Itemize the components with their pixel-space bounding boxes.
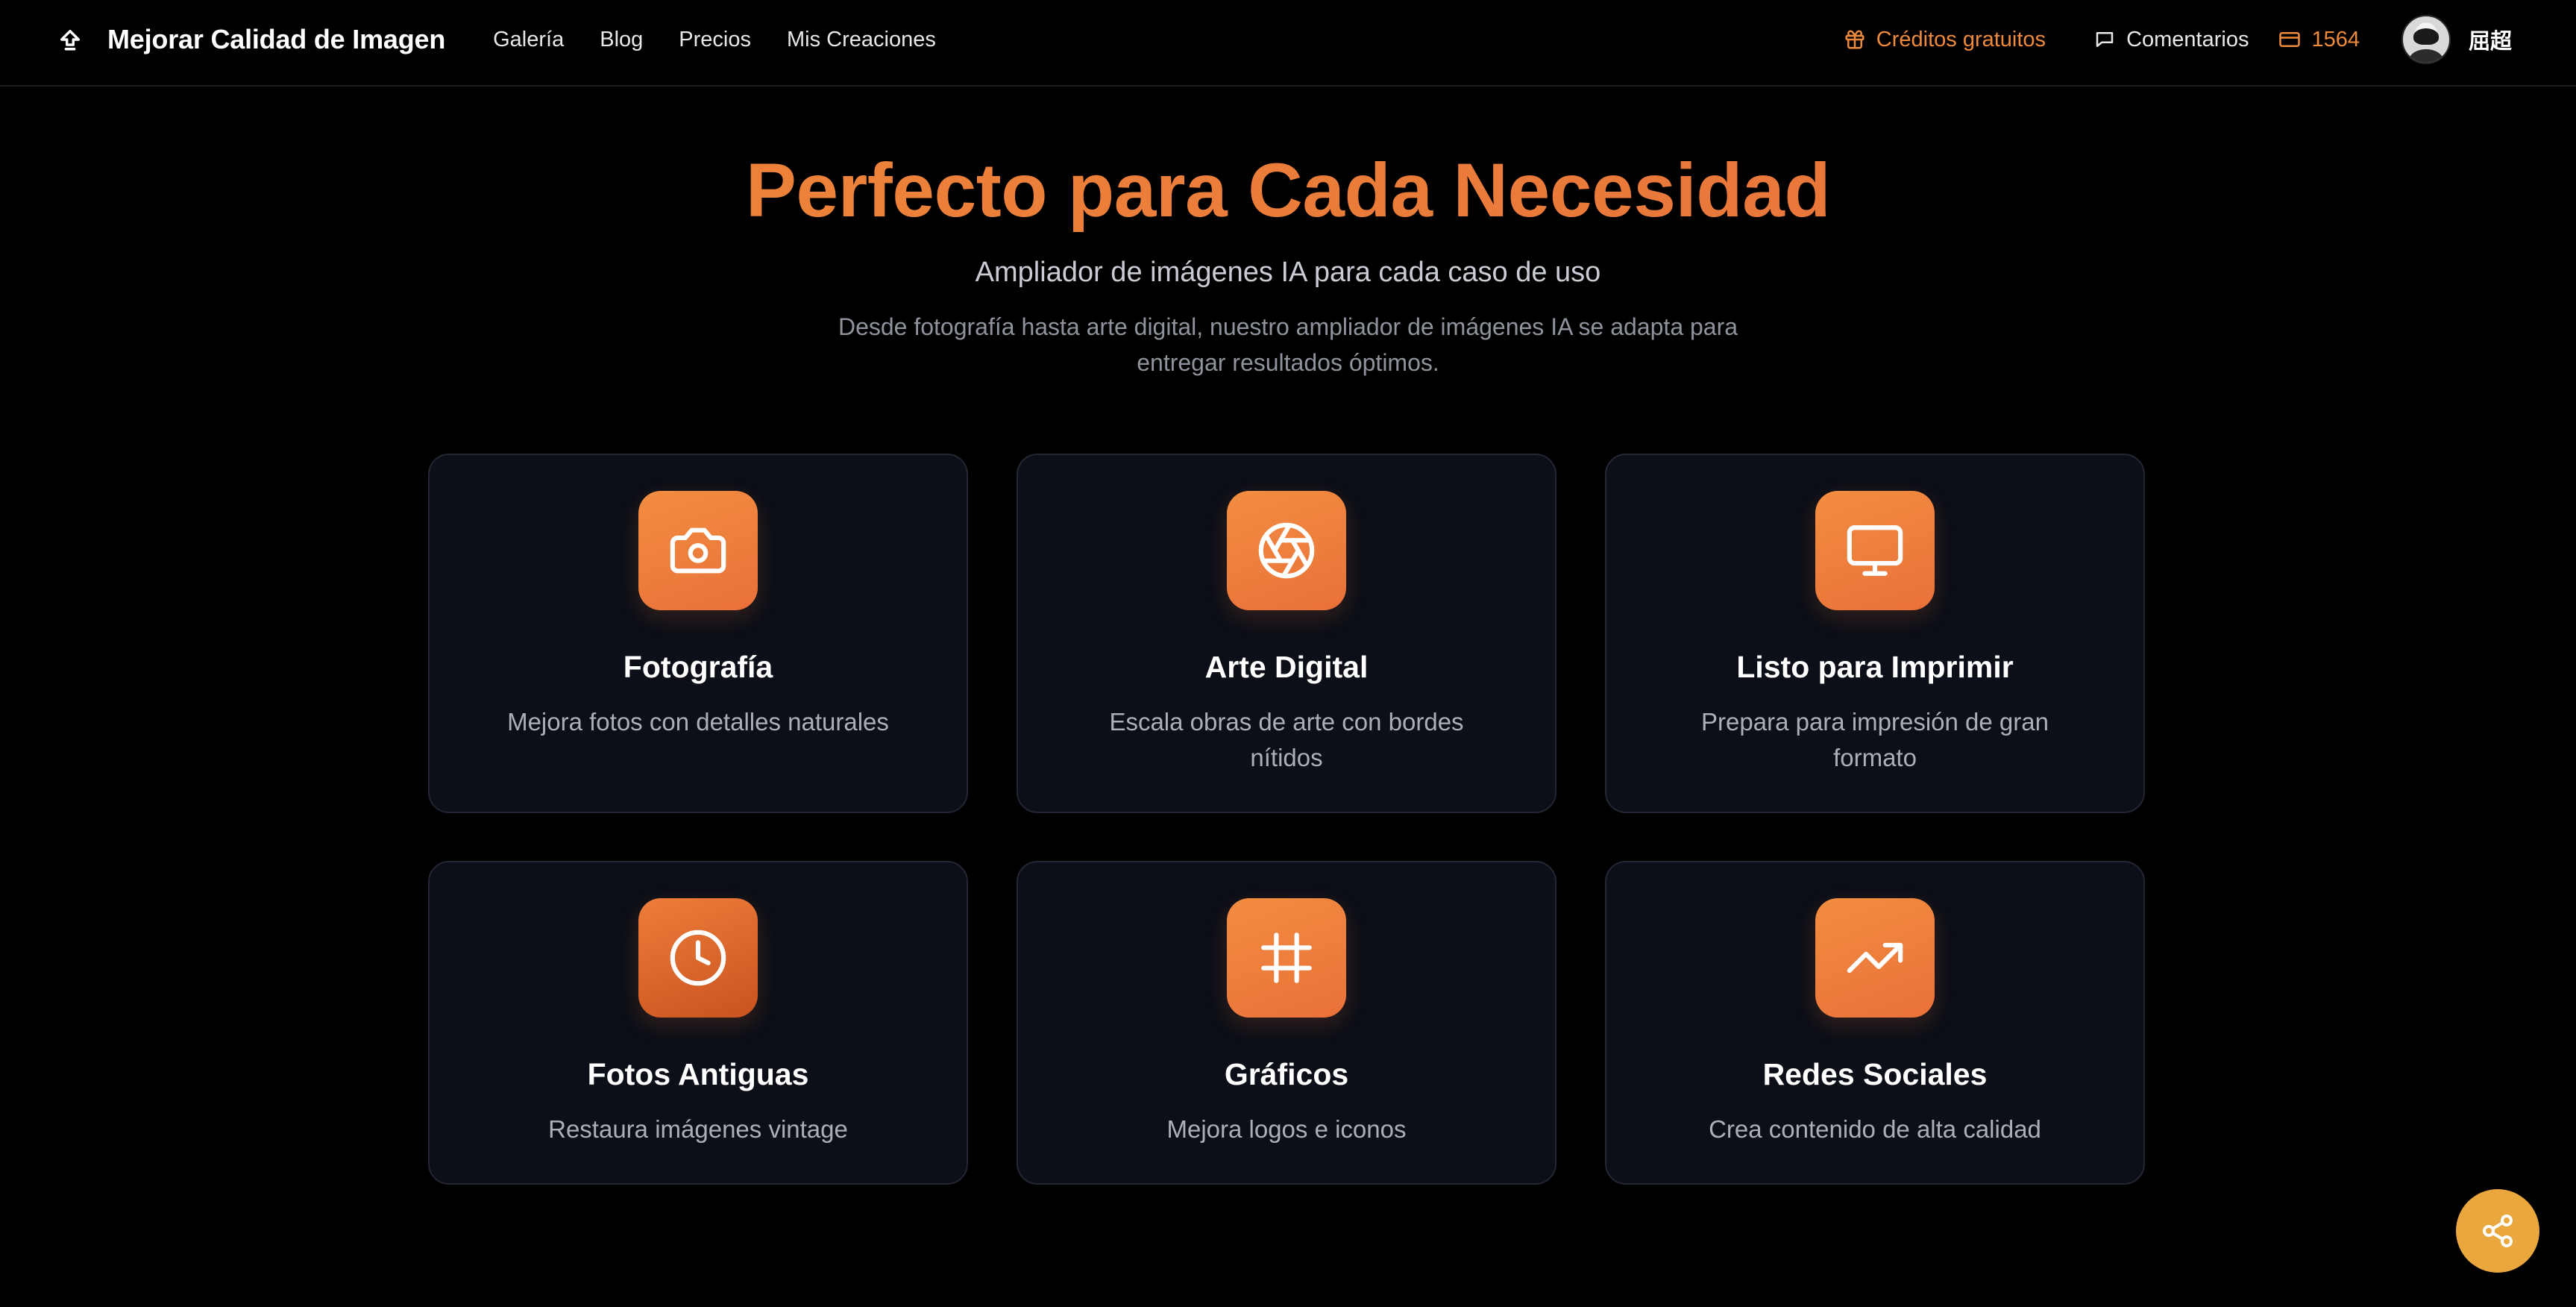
card-title: Fotos Antiguas [587,1057,809,1091]
card-description: Mejora logos e iconos [1166,1115,1407,1143]
card-description: Mejora fotos con detalles naturales [507,708,889,736]
aperture-icon [1227,491,1346,610]
nav-link-mis-creaciones[interactable]: Mis Creaciones [787,28,936,52]
page-title: Perfecto para Cada Necesidad [0,142,2576,239]
page-subtitle: Ampliador de imágenes IA para cada caso … [975,257,1601,288]
free-credits-label: Créditos gratuitos [1876,27,2046,51]
use-case-card-fotos-antiguas: Fotos Antiguas Restaura imágenes vintage [428,861,968,1185]
page-description: Desde fotografía hasta arte digital, nue… [838,313,1738,376]
credit-balance[interactable]: 1564 [2278,28,2360,52]
comments-link[interactable]: Comentarios [2093,28,2249,52]
share-icon [2483,1214,2513,1247]
nav-right: Créditos gratuitos Comentarios 1564 屈超 [1844,0,2512,79]
use-case-card-arte-digital: Arte Digital Escala obras de arte con bo… [1017,454,1556,813]
credit-card-icon [2279,32,2301,47]
use-case-card-redes-sociales: Redes Sociales Crea contenido de alta ca… [1605,861,2145,1185]
card-title: Arte Digital [1204,650,1369,684]
hero-section: Perfecto para Cada Necesidad Ampliador d… [0,142,2576,380]
clock-icon [638,898,758,1018]
use-case-card-listo-para-imprimir: Listo para Imprimir Prepara para impresi… [1605,454,2145,813]
card-title: Gráficos [1224,1057,1349,1091]
card-description: Restaura imágenes vintage [548,1115,848,1143]
username[interactable]: 屈超 [2469,24,2512,55]
camera-icon [638,491,758,610]
comments-label: Comentarios [2126,27,2249,51]
monitor-icon [1815,491,1935,610]
avatar[interactable] [2401,15,2451,64]
card-title: Listo para Imprimir [1736,650,2014,684]
share-button[interactable] [2456,1189,2539,1273]
nav-link-galeria[interactable]: Galería [493,28,564,52]
hash-icon [1227,898,1346,1018]
nav-left: Mejorar Calidad de Imagen Galería Blog P… [55,0,972,79]
card-title: Fotografía [623,650,773,684]
upload-arrow-icon[interactable] [55,25,85,54]
trending-up-icon [1815,898,1935,1018]
brand-title[interactable]: Mejorar Calidad de Imagen [107,24,445,55]
credit-balance-value: 1564 [2311,27,2360,51]
comment-icon [2096,32,2114,47]
card-description: Crea contenido de alta calidad [1709,1115,2041,1143]
card-description: Prepara para impresión de gran formato [1701,708,2049,771]
use-case-grid: Fotografía Mejora fotos con detalles nat… [428,454,2148,1185]
use-case-card-graficos: Gráficos Mejora logos e iconos [1017,861,1556,1185]
use-case-card-fotografia: Fotografía Mejora fotos con detalles nat… [428,454,968,813]
top-navbar: Mejorar Calidad de Imagen Galería Blog P… [0,0,2576,87]
nav-link-precios[interactable]: Precios [679,28,751,52]
card-description: Escala obras de arte con bordes nítidos [1109,708,1464,771]
free-credits-link[interactable]: Créditos gratuitos [1844,28,2046,52]
gift-icon [1845,30,1865,49]
nav-link-blog[interactable]: Blog [600,28,643,52]
card-title: Redes Sociales [1762,1057,1988,1091]
